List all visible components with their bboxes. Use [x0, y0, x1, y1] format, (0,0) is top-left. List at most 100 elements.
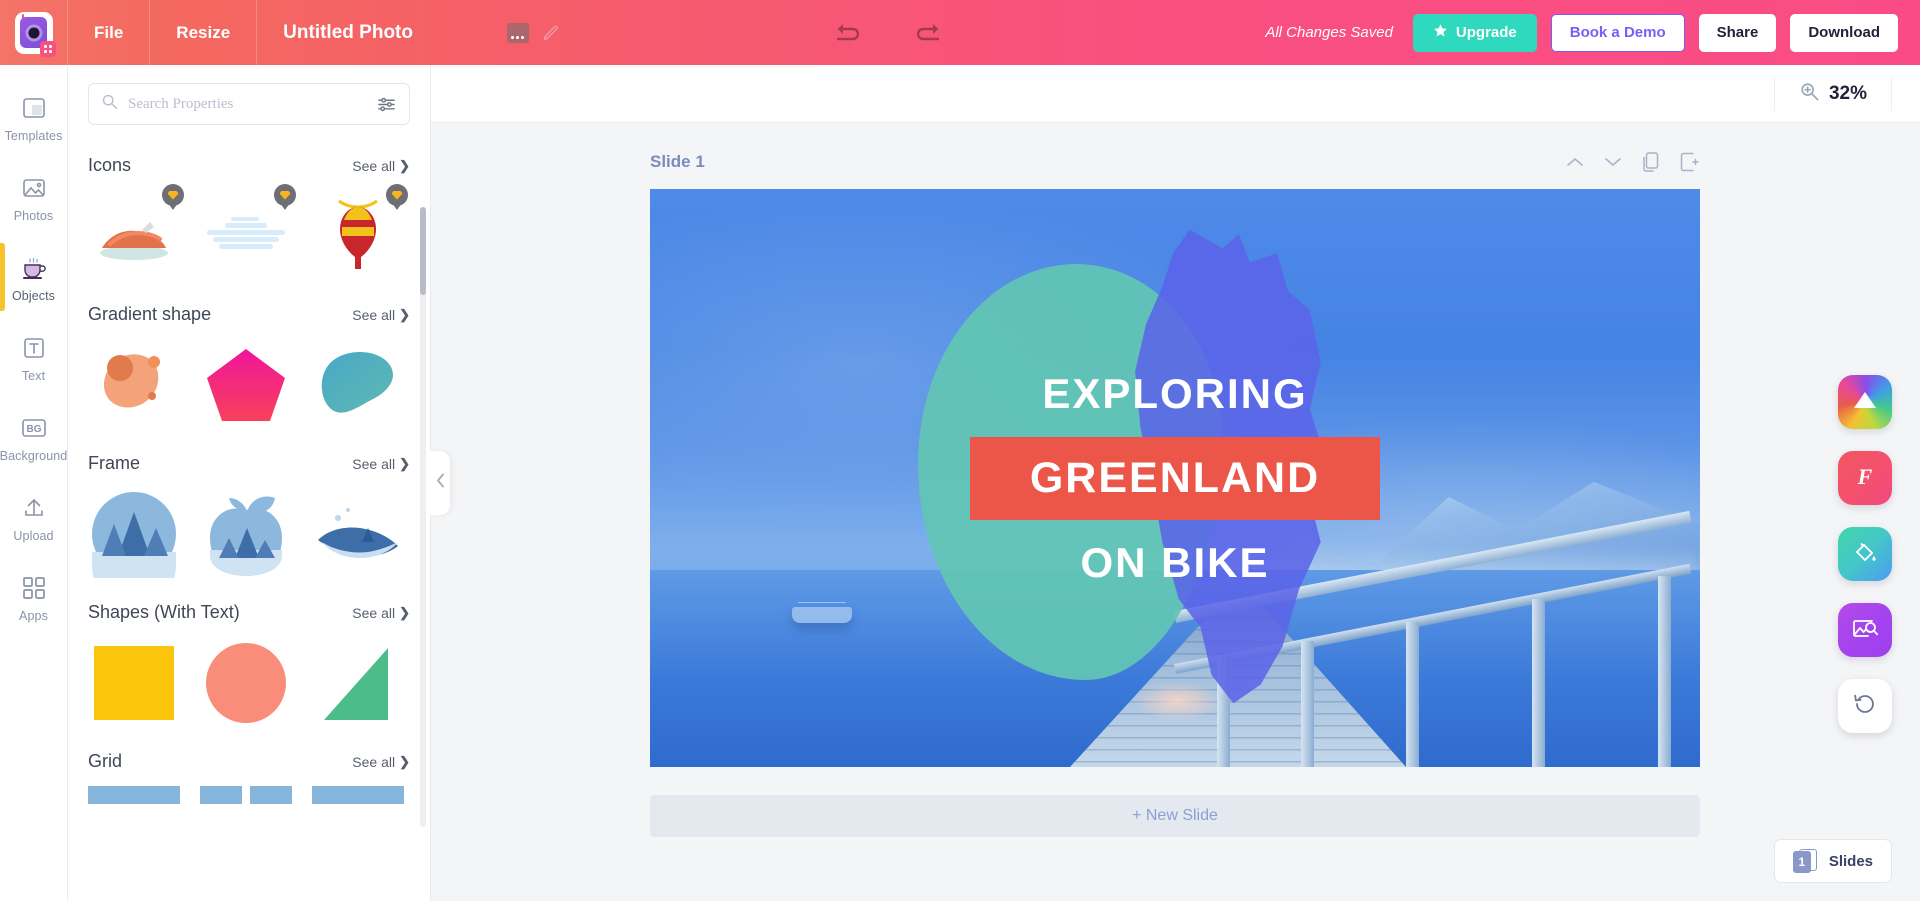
more-dots-icon[interactable]	[506, 22, 529, 43]
see-all-grid-link[interactable]: See all ❯	[352, 754, 410, 770]
asset-tile[interactable]	[312, 184, 408, 282]
slide-header: Slide 1	[650, 149, 1700, 175]
asset-tile[interactable]	[312, 488, 404, 580]
asset-tile[interactable]	[200, 339, 292, 431]
pro-gem-icon	[274, 184, 296, 206]
move-slide-down-button[interactable]	[1602, 151, 1624, 173]
search-input[interactable]	[128, 95, 365, 113]
chevron-left-icon	[436, 473, 445, 493]
asset-tile[interactable]	[200, 637, 292, 729]
chevron-right-icon: ❯	[399, 754, 410, 769]
photos-icon	[19, 173, 49, 203]
new-slide-button[interactable]: + New Slide	[650, 795, 1700, 837]
scrollbar-thumb[interactable]	[420, 207, 426, 295]
slide-wrap: Slide 1 EXPLORING GREENLAND ON BIKE + Ne…	[650, 149, 1700, 837]
fill-app-button[interactable]	[1838, 527, 1892, 581]
sidebar-item-upload[interactable]: Upload	[0, 481, 68, 553]
menu-file[interactable]: File	[68, 0, 151, 65]
pencil-icon[interactable]	[541, 23, 561, 43]
see-all-shapes-link[interactable]: See all ❯	[352, 605, 410, 621]
sidebar-item-objects[interactable]: Objects	[0, 241, 68, 313]
add-slide-button[interactable]	[1678, 151, 1700, 173]
asset-tile[interactable]	[312, 637, 404, 729]
font-f-icon: F	[1850, 461, 1880, 496]
sidebar-item-text[interactable]: Text	[0, 321, 68, 393]
see-all-gradient-link[interactable]: See all ❯	[352, 307, 410, 323]
canvas-stage[interactable]: Slide 1 EXPLORING GREENLAND ON BIKE + Ne…	[430, 123, 1920, 901]
asset-tile[interactable]	[88, 184, 184, 282]
undo-redo-group	[831, 18, 945, 48]
headline-line-1[interactable]: EXPLORING	[1042, 372, 1307, 415]
section-title: Shapes (With Text)	[88, 602, 240, 622]
header-actions: All Changes Saved Upgrade Book a Demo Sh…	[1265, 13, 1920, 52]
document-title[interactable]: Untitled Photo	[257, 0, 439, 65]
image-search-app-button[interactable]	[1838, 603, 1892, 657]
image-search-icon	[1851, 615, 1879, 646]
zoom-bar: 32%	[430, 65, 1920, 123]
asset-tile[interactable]	[88, 488, 180, 580]
collapse-panel-handle[interactable]	[430, 451, 450, 515]
upgrade-button[interactable]: Upgrade	[1412, 13, 1537, 52]
menu-resize[interactable]: Resize	[150, 0, 258, 65]
slides-stack-icon: 1	[1792, 849, 1817, 873]
app-body: Templates Photos Objects Text BG Backgro…	[0, 65, 1920, 901]
text-icon	[19, 333, 49, 363]
slides-count: 1	[1792, 851, 1811, 873]
slide-canvas[interactable]: EXPLORING GREENLAND ON BIKE	[650, 189, 1700, 767]
sidebar-item-label: Objects	[11, 289, 56, 303]
slides-label: Slides	[1828, 852, 1873, 870]
sidebar-item-label: Apps	[19, 609, 48, 623]
search-icon	[101, 93, 118, 115]
asset-tile[interactable]	[312, 339, 404, 431]
section-grid: Grid See all ❯	[88, 751, 410, 816]
slides-panel-toggle[interactable]: 1 Slides	[1773, 839, 1892, 883]
sidebar-item-background[interactable]: BG Background	[0, 401, 68, 473]
chevron-right-icon: ❯	[399, 307, 410, 322]
asset-tile[interactable]	[88, 339, 180, 431]
asset-tile[interactable]	[200, 488, 292, 580]
panel-scroll-region[interactable]: Icons See all ❯ Gradient shape See all ❯…	[68, 133, 430, 901]
app-logo[interactable]	[0, 0, 68, 65]
effects-app-button[interactable]	[1838, 375, 1892, 429]
asset-tile[interactable]	[88, 637, 180, 729]
redo-arrow-icon[interactable]	[911, 18, 945, 48]
asset-tile[interactable]	[200, 184, 296, 282]
upgrade-label: Upgrade	[1455, 24, 1517, 41]
zoom-level: 32%	[1828, 82, 1867, 104]
sidebar-item-photos[interactable]: Photos	[0, 161, 68, 233]
slide-label: Slide 1	[650, 152, 705, 171]
title-tools	[506, 22, 561, 43]
download-button[interactable]: Download	[1790, 13, 1898, 52]
headline-line-3[interactable]: ON BIKE	[1080, 541, 1269, 584]
undo-arrow-icon[interactable]	[831, 18, 865, 48]
zoom-in-icon[interactable]	[1799, 81, 1819, 106]
slide-text-group: EXPLORING GREENLAND ON BIKE	[650, 189, 1700, 767]
sidebar-item-label: Upload	[13, 529, 54, 543]
section-icons: Icons See all ❯	[88, 155, 410, 282]
filter-sliders-icon[interactable]	[375, 93, 397, 115]
headline-line-2[interactable]: GREENLAND	[969, 436, 1381, 520]
see-all-frame-link[interactable]: See all ❯	[352, 456, 410, 472]
fonts-app-button[interactable]: F	[1838, 451, 1892, 505]
sidebar-item-templates[interactable]: Templates	[0, 81, 68, 153]
zoom-control[interactable]: 32%	[1773, 76, 1892, 111]
see-all-icons-link[interactable]: See all ❯	[352, 158, 410, 174]
history-button[interactable]	[1838, 679, 1892, 733]
asset-tile[interactable]	[200, 786, 292, 816]
panel-scrollbar[interactable]	[420, 207, 426, 827]
app-dock: F	[1838, 375, 1892, 733]
pro-gem-icon	[386, 184, 408, 206]
templates-icon	[19, 93, 49, 123]
sidebar-item-apps[interactable]: Apps	[0, 561, 68, 633]
book-demo-button[interactable]: Book a Demo	[1550, 13, 1685, 52]
asset-tile[interactable]	[312, 786, 404, 816]
section-gradient-shape: Gradient shape See all ❯	[88, 304, 410, 431]
sidebar-item-label: Text	[21, 369, 46, 383]
move-slide-up-button[interactable]	[1564, 151, 1586, 173]
search-box[interactable]	[88, 83, 410, 125]
share-button[interactable]: Share	[1698, 13, 1777, 52]
app-header: File Resize Untitled Photo All Changes S…	[0, 0, 1920, 65]
asset-tile[interactable]	[88, 786, 180, 816]
duplicate-slide-button[interactable]	[1640, 151, 1662, 173]
section-title: Grid	[88, 751, 123, 771]
